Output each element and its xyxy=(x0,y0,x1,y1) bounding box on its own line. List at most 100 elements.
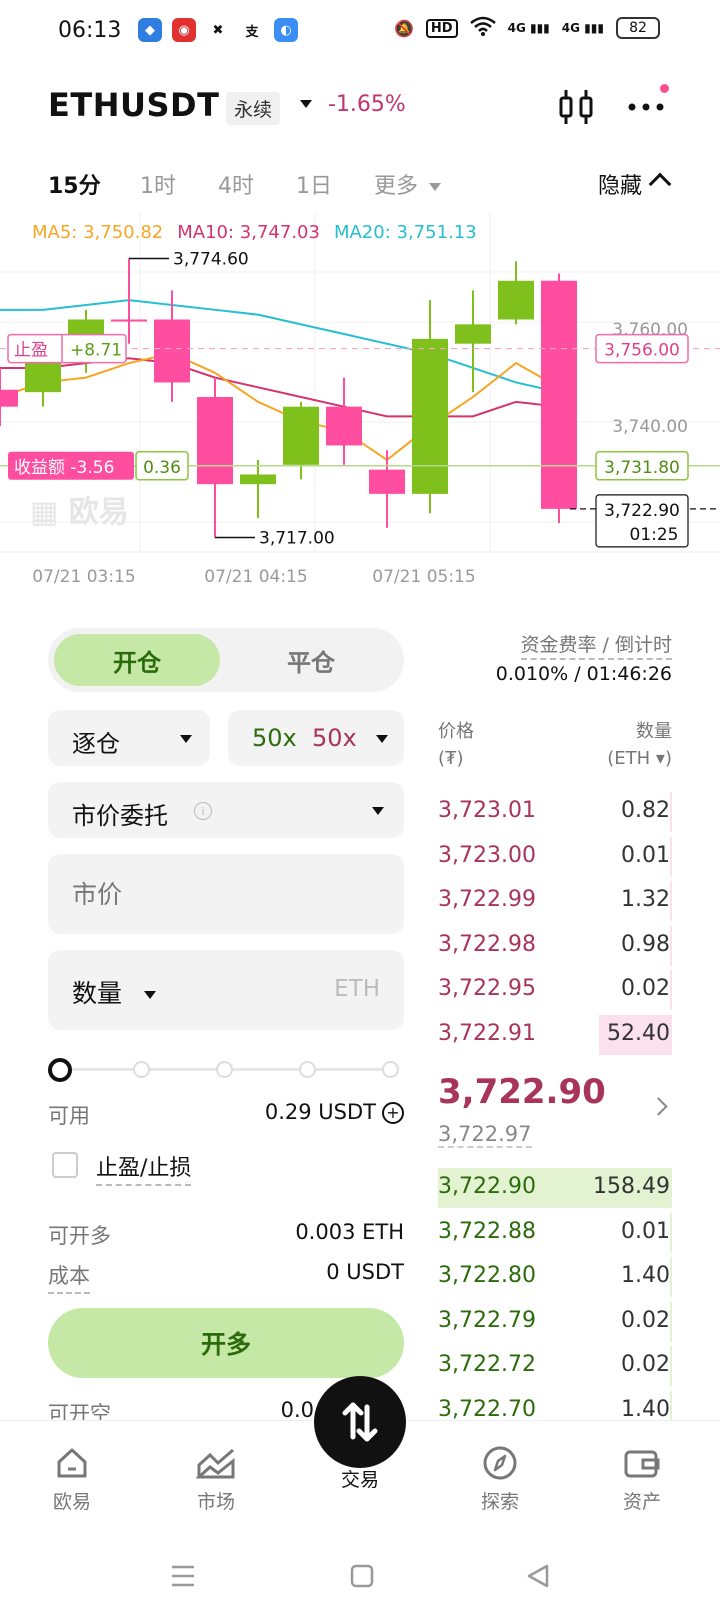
slider-stop-50[interactable] xyxy=(216,1061,233,1078)
depth-bar xyxy=(669,792,672,832)
candle-body xyxy=(283,406,319,465)
orderbook-header: 价格 (₮) 数量 (ETH ▾) xyxy=(438,718,672,774)
funding-rate-label: 资金费率 / 倒计时 xyxy=(520,634,672,660)
position-price: 3,731.80 xyxy=(604,458,680,478)
add-funds-icon[interactable]: + xyxy=(382,1102,404,1124)
pair-dropdown-icon[interactable] xyxy=(300,100,312,108)
tab-15m[interactable]: 15分 xyxy=(48,168,101,200)
depth-bar xyxy=(670,1301,672,1342)
row-quantity: 0.82 xyxy=(621,798,670,823)
available-label: 可用 xyxy=(48,1104,90,1128)
nav-explore[interactable]: 探索 xyxy=(450,1445,550,1514)
price-chart[interactable]: MA5: 3,750.82 MA10: 3,747.03 MA20: 3,751… xyxy=(0,212,720,608)
row-price: 3,722.95 xyxy=(438,976,536,1001)
leverage-select[interactable]: 50x 50x xyxy=(228,710,404,766)
chevron-up-icon[interactable] xyxy=(648,172,672,196)
candle-body xyxy=(111,319,147,322)
tpsl-label[interactable]: 止盈/止损 xyxy=(96,1150,192,1186)
open-long-button[interactable]: 开多 xyxy=(48,1308,404,1378)
ask-row[interactable]: 3,722.95 0.02 xyxy=(438,970,672,1010)
more-icon[interactable] xyxy=(626,90,666,120)
chart-canvas[interactable]: ▦ 欧易3,760.003,740.0007/21 03:15 07/21 04:… xyxy=(0,212,720,608)
row-quantity: 0.01 xyxy=(621,842,670,868)
ma10-line xyxy=(0,357,560,418)
take-profit-pnl: +8.71 xyxy=(70,341,122,361)
pair-title[interactable]: ETHUSDT xyxy=(48,86,219,124)
back-icon[interactable] xyxy=(526,1564,550,1588)
cost-row: 成本 0 USDT xyxy=(48,1260,404,1294)
chevron-down-icon xyxy=(180,735,192,743)
ma20-label: MA20: 3,751.13 xyxy=(333,222,477,243)
slider-stop-25[interactable] xyxy=(133,1061,150,1078)
depth-bar xyxy=(670,1212,672,1253)
system-navigation xyxy=(0,1540,720,1612)
bid-row[interactable]: 3,722.88 0.01 xyxy=(438,1212,672,1253)
trade-button[interactable] xyxy=(314,1376,406,1468)
row-price: 3,722.79 xyxy=(438,1307,536,1333)
app-notification-icon: ◐ xyxy=(274,18,298,42)
nav-market[interactable]: 市场 xyxy=(166,1445,266,1514)
home-square-icon[interactable] xyxy=(350,1564,374,1588)
tab-4h[interactable]: 4时 xyxy=(218,168,254,200)
row-price: 3,722.80 xyxy=(438,1263,536,1288)
swap-arrows-icon xyxy=(342,1402,378,1442)
ask-row[interactable]: 3,722.91 52.40 xyxy=(438,1014,672,1055)
open-close-toggle: 开仓 平仓 xyxy=(48,628,404,692)
candle-body xyxy=(369,469,405,494)
bid-row[interactable]: 3,722.79 0.02 xyxy=(438,1301,672,1342)
close-position-tab[interactable]: 平仓 xyxy=(226,634,396,686)
ask-row[interactable]: 3,722.99 1.32 xyxy=(438,881,672,921)
quantity-unit: ETH xyxy=(334,976,380,1002)
slider-stop-100[interactable] xyxy=(382,1061,399,1078)
info-icon[interactable]: i xyxy=(194,802,212,820)
depth-bar xyxy=(670,836,672,877)
slider-stop-75[interactable] xyxy=(299,1061,316,1078)
quantity-unit-select[interactable]: 数量 xyxy=(72,974,156,1010)
open-position-tab[interactable]: 开仓 xyxy=(54,634,220,686)
tab-1h[interactable]: 1时 xyxy=(140,168,176,200)
chevron-down-icon xyxy=(372,807,384,815)
price-field[interactable] xyxy=(48,854,404,934)
quantity-slider[interactable] xyxy=(48,1058,404,1082)
hide-chart-button[interactable]: 隐藏 xyxy=(598,168,642,200)
price-input[interactable] xyxy=(72,876,372,912)
candlestick-icon[interactable] xyxy=(556,88,596,126)
tpsl-checkbox[interactable] xyxy=(52,1152,78,1178)
bid-row[interactable]: 3,722.80 1.40 xyxy=(438,1257,672,1297)
ask-row[interactable]: 3,722.98 0.98 xyxy=(438,925,672,966)
row-quantity: 0.02 xyxy=(621,1307,670,1333)
menu-icon[interactable] xyxy=(170,1564,196,1588)
quantity-column-header[interactable]: 数量 (ETH ▾) xyxy=(607,718,672,772)
take-profit-label: 止盈 xyxy=(14,341,48,361)
bid-row[interactable]: 3,722.90 158.49 xyxy=(438,1168,672,1208)
contract-type-badge: 永续 xyxy=(226,92,281,125)
row-quantity: 1.32 xyxy=(621,887,670,912)
ask-row[interactable]: 3,723.00 0.01 xyxy=(438,836,672,877)
tab-1d[interactable]: 1日 xyxy=(296,168,332,200)
home-icon xyxy=(57,1448,87,1478)
bid-row[interactable]: 3,722.72 0.02 xyxy=(438,1346,672,1386)
nav-okx[interactable]: 欧易 xyxy=(22,1445,122,1514)
row-quantity: 0.02 xyxy=(621,976,670,1001)
max-short-label: 可开空 xyxy=(48,1402,111,1422)
order-type-select[interactable]: 市价委托 i xyxy=(48,782,404,838)
row-price: 3,722.72 xyxy=(438,1352,536,1377)
depth-bar xyxy=(670,1346,672,1386)
margin-mode-select[interactable]: 逐仓 xyxy=(48,710,210,766)
funding-rate-value: 0.010% / 01:46:26 xyxy=(495,663,672,685)
quantity-field[interactable]: 数量 ETH xyxy=(48,950,404,1030)
ma-legend: MA5: 3,750.82 MA10: 3,747.03 MA20: 3,751… xyxy=(32,222,477,243)
ask-row[interactable]: 3,723.01 0.82 xyxy=(438,792,672,832)
tab-more[interactable]: 更多 xyxy=(374,168,442,200)
depth-bar xyxy=(669,925,672,966)
chevron-right-icon[interactable] xyxy=(649,1097,668,1116)
candle-body xyxy=(541,280,577,509)
status-time: 06:13 xyxy=(58,18,122,43)
slider-thumb[interactable] xyxy=(48,1058,72,1082)
nav-trade[interactable]: 交易 xyxy=(310,1465,410,1492)
chevron-down-icon xyxy=(429,183,442,191)
nav-assets[interactable]: 资产 xyxy=(592,1445,692,1514)
x-tick-label: 07/21 05:15 xyxy=(372,567,475,587)
row-price: 3,723.01 xyxy=(438,798,536,823)
max-long-row: 可开多 0.003 ETH xyxy=(48,1220,404,1252)
